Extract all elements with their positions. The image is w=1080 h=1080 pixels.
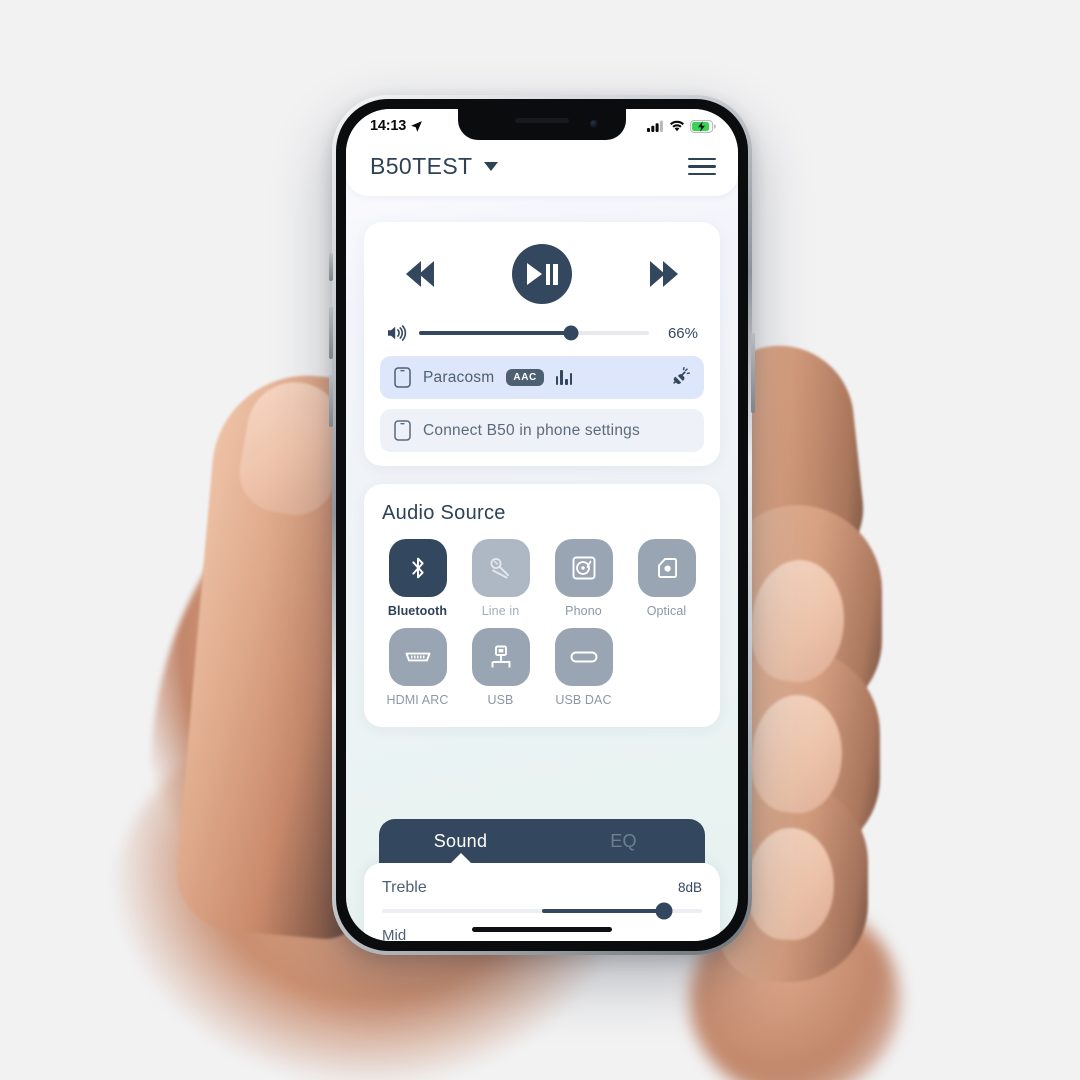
source-tile [471,628,530,686]
phone-bezel: 14:13 B50TEST 66% Paracosm AAC Connect B… [336,99,748,951]
forward-triangle [663,261,678,287]
device-name: Paracosm [423,368,495,386]
source-tile [554,539,613,597]
menu-line [688,172,716,176]
source-tile [554,628,613,686]
tab-eq[interactable]: EQ [542,819,705,863]
source-tile [388,539,447,597]
sound-panel: Sound EQ Treble 8dB Mid [364,819,720,941]
earpiece-speaker [515,118,569,123]
codec-badge: AAC [506,369,544,386]
connect-hint-label: Connect B50 in phone settings [423,421,640,439]
turntable-icon [572,556,595,580]
phone-screen: 14:13 B50TEST 66% Paracosm AAC Connect B… [346,109,738,941]
status-left: 14:13 [370,118,423,134]
treble-thumb[interactable] [655,902,673,920]
volume-speaker-icon [388,325,407,341]
signal-bars-icon [647,120,663,132]
power-button[interactable] [751,333,755,413]
scroll-content: 66% Paracosm AAC Connect B50 in phone se… [346,196,738,727]
sound-eq-tabbar: Sound EQ [379,819,705,864]
disconnect-plug-icon[interactable] [669,367,690,388]
transport-controls [380,240,704,304]
usb-c-icon [570,651,597,663]
device-selector[interactable]: B50TEST [370,153,498,180]
audio-source-grid: Bluetooth Line in Phono Optical HDMI ARC… [382,539,702,707]
player-card: 66% Paracosm AAC Connect B50 in phone se… [364,222,720,466]
wifi-icon [670,120,684,132]
source-tile [471,539,530,597]
rewind-button[interactable] [406,261,434,287]
source-item-optical[interactable]: Optical [631,539,702,618]
volume-down-button[interactable] [329,375,333,427]
pause-bar-icon [545,263,550,285]
source-tile [388,628,447,686]
connected-device-row[interactable]: Paracosm AAC [380,356,704,399]
source-label: Bluetooth [387,604,448,618]
optical-toslink-icon [657,558,677,578]
app-header: B50TEST [346,143,738,196]
home-indicator[interactable] [472,927,612,932]
source-item-usb[interactable]: USB [465,628,536,707]
play-triangle-icon [526,263,542,285]
source-label: USB DAC [555,693,612,707]
volume-slider-thumb[interactable] [563,325,579,341]
status-right [647,119,716,133]
source-label: HDMI ARC [386,693,449,707]
source-label: Line in [481,604,520,618]
source-item-line-in[interactable]: Line in [465,539,536,618]
usb-a-icon [491,645,510,668]
source-item-usb-dac[interactable]: USB DAC [548,628,619,707]
fast-forward-button[interactable] [650,261,678,287]
mute-switch[interactable] [329,253,333,281]
volume-slider-fill [419,331,571,335]
hdmi-port-icon [405,652,430,662]
menu-line [688,157,716,161]
aux-cable-icon [489,557,509,579]
rewind-triangle [419,261,434,287]
volume-slider[interactable] [419,325,649,341]
connect-hint-row[interactable]: Connect B50 in phone settings [380,409,704,452]
page-title: B50TEST [370,153,473,179]
notch [458,109,626,140]
treble-row-head: Treble 8dB [382,879,702,897]
play-pause-button[interactable] [512,244,572,304]
equalizer-bars-icon [555,370,573,385]
treble-label: Treble [382,879,427,896]
source-label: USB [487,693,514,707]
source-label: Optical [646,604,687,618]
audio-source-card: Audio Source Bluetooth Line in Phono Opt… [364,484,720,727]
source-item-hdmi-arc[interactable]: HDMI ARC [382,628,453,707]
front-camera-icon [590,120,598,128]
volume-up-button[interactable] [329,307,333,359]
phone-device: 14:13 B50TEST 66% Paracosm AAC Connect B… [329,95,755,955]
location-arrow-icon [411,120,423,132]
source-tile [637,539,696,597]
status-time: 14:13 [370,118,407,134]
source-label: Phono [565,604,602,618]
pause-bar-icon [553,263,558,285]
volume-value-label: 66% [667,324,698,342]
treble-slider[interactable] [382,902,702,920]
treble-track[interactable] [382,902,702,920]
source-item-phono[interactable]: Phono [548,539,619,618]
treble-value: 8dB [677,880,702,895]
active-tab-pointer [449,853,472,864]
chevron-down-icon[interactable] [483,162,498,171]
hamburger-menu-icon[interactable] [688,157,716,176]
phone-device-icon [394,367,411,388]
menu-line [688,165,716,168]
source-item-bluetooth[interactable]: Bluetooth [382,539,453,618]
volume-row: 66% [380,304,704,346]
treble-fill [542,909,664,913]
battery-charging-icon [690,119,716,133]
audio-source-title: Audio Source [382,502,506,524]
bluetooth-icon [411,557,424,579]
phone-device-icon [394,420,411,441]
